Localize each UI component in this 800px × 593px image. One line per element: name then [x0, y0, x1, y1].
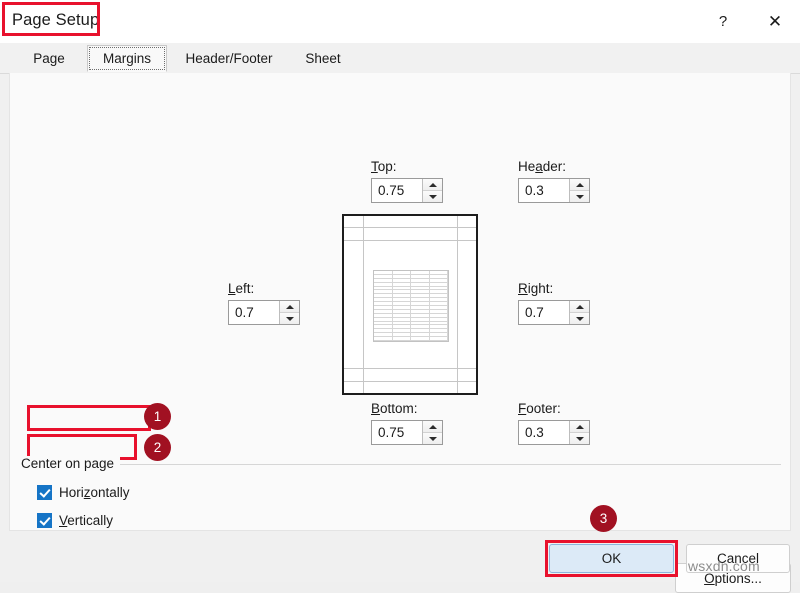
footer-margin-increment-icon[interactable]: [570, 421, 589, 433]
checkbox-vertically[interactable]: Vertically: [37, 513, 113, 528]
right-margin-arrows: [569, 301, 589, 324]
close-icon[interactable]: ✕: [752, 0, 798, 43]
bottom-margin-arrows: [422, 421, 442, 444]
left-margin-field: Left: 0.7: [228, 281, 300, 325]
top-margin-arrows: [422, 179, 442, 202]
checkmark-icon-vertically[interactable]: [37, 513, 52, 528]
left-margin-arrows: [279, 301, 299, 324]
right-margin-field: Right: 0.7: [518, 281, 590, 325]
footer-margin-field: Footer: 0.3: [518, 401, 590, 445]
header-margin-field: Header: 0.3: [518, 159, 590, 203]
margins-tab-panel: Top: 0.75 Header: 0.3 Left: 0.7 Right: 0…: [9, 73, 791, 593]
left-margin-spinner[interactable]: 0.7: [228, 300, 300, 325]
tab-header-footer[interactable]: Header/Footer: [172, 45, 286, 72]
left-margin-label: Left:: [228, 281, 255, 296]
checkmark-icon-horizontally[interactable]: [37, 485, 52, 500]
annotation-step-3: 3: [590, 505, 617, 532]
right-margin-decrement-icon[interactable]: [570, 313, 589, 324]
bottom-margin-decrement-icon[interactable]: [423, 433, 442, 444]
center-on-page-group: Center on page Horizontally Vertically: [21, 456, 781, 540]
tab-page[interactable]: Page: [18, 45, 80, 72]
bottom-margin-label: Bottom:: [371, 401, 418, 416]
top-margin-increment-icon[interactable]: [423, 179, 442, 191]
right-margin-increment-icon[interactable]: [570, 301, 589, 313]
top-margin-decrement-icon[interactable]: [423, 191, 442, 202]
watermark: wsxdn.com: [688, 558, 760, 574]
bottom-margin-increment-icon[interactable]: [423, 421, 442, 433]
title-bar: Page Setup ? ✕: [0, 0, 800, 43]
left-margin-decrement-icon[interactable]: [280, 313, 299, 324]
header-margin-value[interactable]: 0.3: [519, 179, 569, 202]
footer-margin-label: Footer:: [518, 401, 561, 416]
footer-margin-decrement-icon[interactable]: [570, 433, 589, 444]
annotation-step-2: 2: [144, 434, 171, 461]
header-margin-spinner[interactable]: 0.3: [518, 178, 590, 203]
preview-guide-right: [457, 216, 458, 393]
top-margin-field: Top: 0.75: [371, 159, 443, 203]
right-margin-value[interactable]: 0.7: [519, 301, 569, 324]
right-margin-spinner[interactable]: 0.7: [518, 300, 590, 325]
top-margin-label: Top:: [371, 159, 397, 174]
dialog-title: Page Setup: [12, 11, 100, 29]
group-divider: [21, 464, 781, 465]
preview-guide-left: [363, 216, 364, 393]
bottom-margin-value[interactable]: 0.75: [372, 421, 422, 444]
right-margin-label: Right:: [518, 281, 554, 296]
center-on-page-legend: Center on page: [21, 456, 121, 471]
tab-sheet[interactable]: Sheet: [288, 45, 358, 72]
checkbox-label-vertically: Vertically: [59, 513, 114, 528]
help-icon[interactable]: ?: [700, 0, 746, 43]
footer-margin-value[interactable]: 0.3: [519, 421, 569, 444]
ok-button[interactable]: OK: [549, 544, 674, 573]
footer-margin-arrows: [569, 421, 589, 444]
page-setup-dialog: Page Setup ? ✕ Page Margins Header/Foote…: [0, 0, 800, 593]
tab-strip: Page Margins Header/Footer Sheet: [0, 43, 800, 74]
page-preview: [342, 214, 478, 395]
header-margin-label: Header:: [518, 159, 567, 174]
bottom-margin-spinner[interactable]: 0.75: [371, 420, 443, 445]
checkbox-horizontally[interactable]: Horizontally: [37, 485, 130, 500]
left-margin-value[interactable]: 0.7: [229, 301, 279, 324]
top-margin-value[interactable]: 0.75: [372, 179, 422, 202]
preview-data-grid: [373, 270, 449, 342]
checkbox-label-horizontally: Horizontally: [59, 485, 130, 500]
footer-margin-spinner[interactable]: 0.3: [518, 420, 590, 445]
header-margin-arrows: [569, 179, 589, 202]
left-margin-increment-icon[interactable]: [280, 301, 299, 313]
bottom-margin-field: Bottom: 0.75: [371, 401, 443, 445]
header-margin-increment-icon[interactable]: [570, 179, 589, 191]
annotation-step-1: 1: [144, 403, 171, 430]
header-margin-decrement-icon[interactable]: [570, 191, 589, 202]
tab-margins[interactable]: Margins: [87, 45, 167, 72]
top-margin-spinner[interactable]: 0.75: [371, 178, 443, 203]
